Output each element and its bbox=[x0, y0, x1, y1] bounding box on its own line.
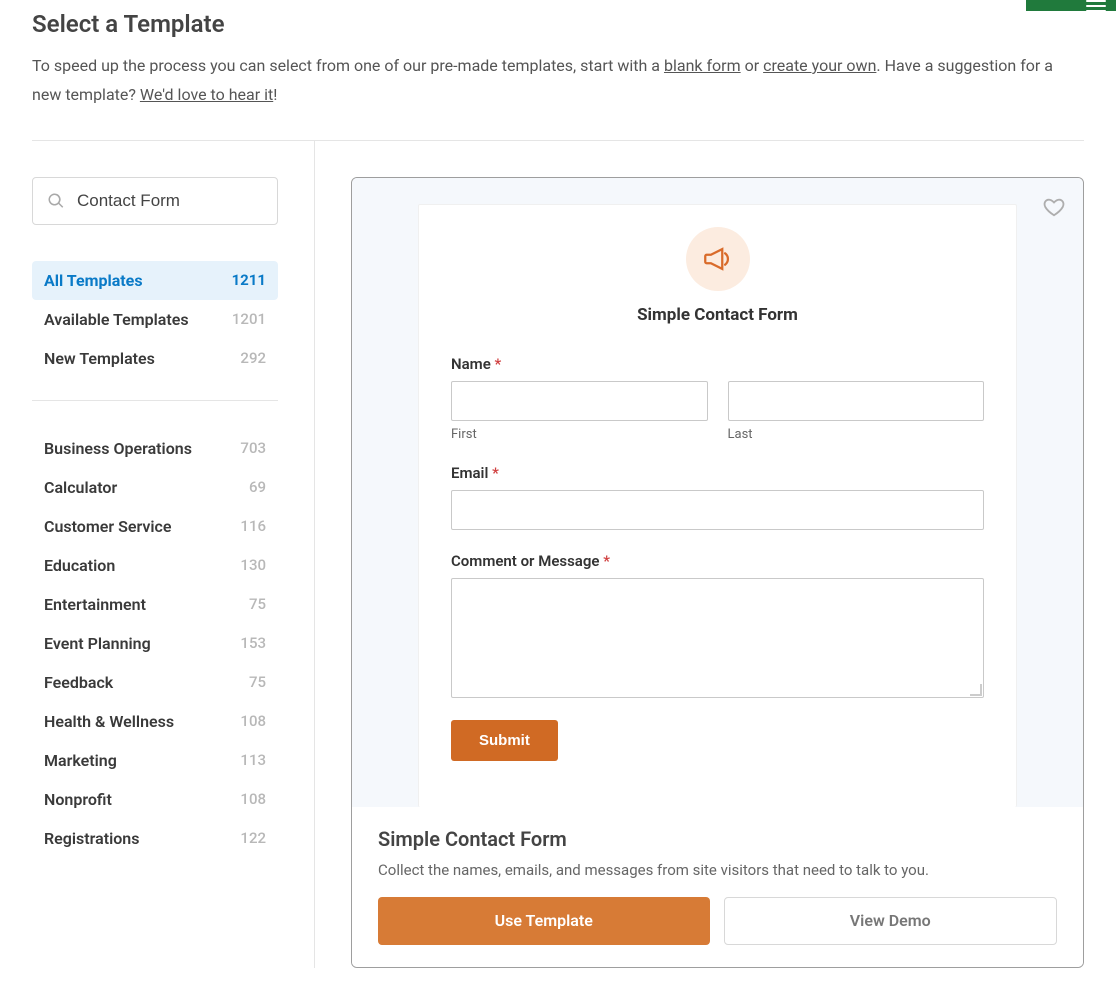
category-count: 116 bbox=[240, 517, 266, 535]
category-available-templates[interactable]: Available Templates 1201 bbox=[32, 300, 278, 339]
template-description: Collect the names, emails, and messages … bbox=[378, 861, 1057, 879]
category-label: New Templates bbox=[44, 349, 155, 368]
category-label: Health & Wellness bbox=[44, 712, 174, 731]
category-label: Nonprofit bbox=[44, 790, 112, 809]
category-label: Event Planning bbox=[44, 634, 151, 653]
last-name-input[interactable] bbox=[728, 381, 985, 421]
category-label: Business Operations bbox=[44, 439, 192, 458]
page-title: Select a Template bbox=[32, 10, 1084, 38]
first-name-input[interactable] bbox=[451, 381, 708, 421]
category-label: Calculator bbox=[44, 478, 117, 497]
category-health-wellness[interactable]: Health & Wellness 108 bbox=[32, 702, 278, 741]
category-entertainment[interactable]: Entertainment 75 bbox=[32, 585, 278, 624]
category-count: 113 bbox=[240, 751, 266, 769]
category-count: 1211 bbox=[232, 271, 266, 289]
category-count: 122 bbox=[240, 829, 266, 847]
page-description: To speed up the process you can select f… bbox=[32, 52, 1084, 110]
category-label: Available Templates bbox=[44, 310, 189, 329]
email-label: Email * bbox=[451, 464, 984, 482]
category-label: Customer Service bbox=[44, 517, 172, 536]
blank-form-link[interactable]: blank form bbox=[664, 56, 741, 75]
template-title: Simple Contact Form bbox=[378, 827, 1057, 851]
category-new-templates[interactable]: New Templates 292 bbox=[32, 339, 278, 378]
form-title: Simple Contact Form bbox=[451, 305, 984, 325]
form-preview: Simple Contact Form Name * First bbox=[418, 204, 1017, 807]
category-feedback[interactable]: Feedback 75 bbox=[32, 663, 278, 702]
category-label: Registrations bbox=[44, 829, 139, 848]
category-count: 292 bbox=[240, 349, 266, 367]
category-label: All Templates bbox=[44, 271, 143, 290]
category-label: Feedback bbox=[44, 673, 113, 692]
template-card-footer: Simple Contact Form Collect the names, e… bbox=[352, 807, 1083, 967]
heart-icon bbox=[1043, 196, 1065, 218]
category-all-templates[interactable]: All Templates 1211 bbox=[32, 261, 278, 300]
category-calculator[interactable]: Calculator 69 bbox=[32, 468, 278, 507]
first-sublabel: First bbox=[451, 427, 708, 442]
category-count: 703 bbox=[240, 439, 266, 457]
category-education[interactable]: Education 130 bbox=[32, 546, 278, 585]
sidebar: All Templates 1211 Available Templates 1201… bbox=[32, 141, 315, 968]
megaphone-icon bbox=[686, 227, 750, 291]
search-icon bbox=[47, 192, 65, 210]
use-template-button[interactable]: Use Template bbox=[378, 897, 710, 945]
category-count: 130 bbox=[240, 556, 266, 574]
template-status-list: All Templates 1211 Available Templates 1201… bbox=[32, 261, 278, 378]
name-label: Name * bbox=[451, 355, 984, 373]
main-area: Simple Contact Form Name * First bbox=[315, 141, 1084, 968]
category-count: 1201 bbox=[232, 310, 266, 328]
submit-button[interactable]: Submit bbox=[451, 720, 558, 761]
category-event-planning[interactable]: Event Planning 153 bbox=[32, 624, 278, 663]
last-sublabel: Last bbox=[728, 427, 985, 442]
view-demo-button[interactable]: View Demo bbox=[724, 897, 1058, 945]
category-label: Education bbox=[44, 556, 115, 575]
category-customer-service[interactable]: Customer Service 116 bbox=[32, 507, 278, 546]
category-business-operations[interactable]: Business Operations 703 bbox=[32, 429, 278, 468]
category-count: 108 bbox=[240, 712, 266, 730]
category-count: 153 bbox=[240, 634, 266, 652]
category-marketing[interactable]: Marketing 113 bbox=[32, 741, 278, 780]
favorite-button[interactable] bbox=[1043, 196, 1065, 218]
category-list: Business Operations 703 Calculator 69 Custom… bbox=[32, 429, 278, 858]
template-preview: Simple Contact Form Name * First bbox=[352, 178, 1083, 807]
message-label: Comment or Message * bbox=[451, 552, 984, 570]
category-count: 69 bbox=[249, 478, 266, 496]
admin-bar-fragment bbox=[1026, 0, 1116, 11]
message-textarea[interactable] bbox=[451, 578, 984, 698]
category-label: Marketing bbox=[44, 751, 117, 770]
category-registrations[interactable]: Registrations 122 bbox=[32, 819, 278, 858]
category-label: Entertainment bbox=[44, 595, 146, 614]
create-own-link[interactable]: create your own bbox=[763, 56, 876, 75]
category-count: 108 bbox=[240, 790, 266, 808]
template-card: Simple Contact Form Name * First bbox=[351, 177, 1084, 968]
category-count: 75 bbox=[249, 595, 266, 613]
search-input[interactable] bbox=[77, 191, 263, 211]
hamburger-icon[interactable] bbox=[1086, 0, 1106, 12]
search-box[interactable] bbox=[32, 177, 278, 225]
email-input[interactable] bbox=[451, 490, 984, 530]
category-nonprofit[interactable]: Nonprofit 108 bbox=[32, 780, 278, 819]
feedback-link[interactable]: We'd love to hear it bbox=[140, 85, 273, 104]
category-count: 75 bbox=[249, 673, 266, 691]
